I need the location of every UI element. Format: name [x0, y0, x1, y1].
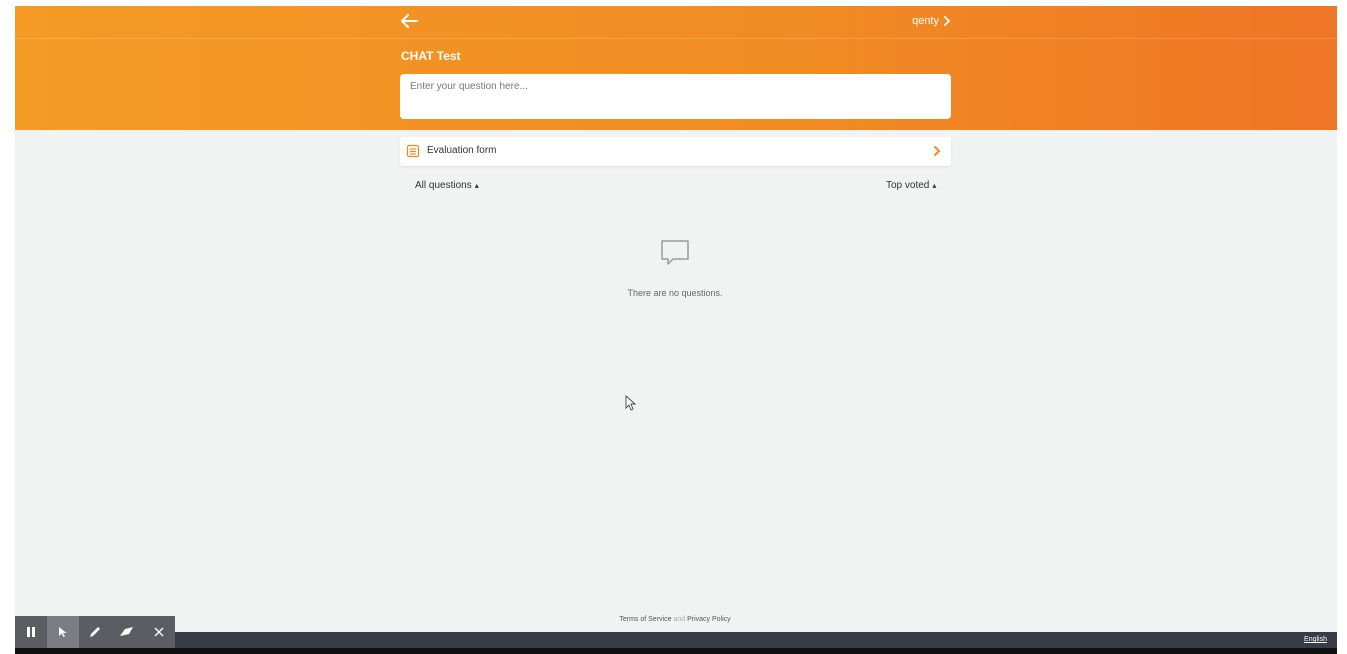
privacy-link[interactable]: Privacy Policy — [687, 616, 731, 623]
terms-link[interactable]: Terms of Service — [619, 616, 671, 623]
pen-icon — [90, 627, 100, 637]
annotation-toolbar — [15, 616, 175, 648]
user-menu-link[interactable]: qenty — [895, 12, 951, 30]
pause-button[interactable] — [15, 616, 47, 648]
page-header: qenty CHAT Test — [15, 6, 1337, 130]
header-divider — [15, 38, 1337, 39]
bottom-edge-strip — [15, 648, 1337, 654]
page-title: CHAT Test — [401, 49, 461, 63]
user-name: qenty — [912, 15, 939, 27]
close-toolbar-button[interactable] — [143, 616, 175, 648]
evaluation-form-label: Evaluation form — [427, 145, 497, 156]
form-list-icon — [406, 144, 420, 158]
evaluation-form-card[interactable]: Evaluation form — [400, 137, 951, 166]
language-link[interactable]: English — [1304, 636, 1327, 643]
bottom-bar: English — [15, 632, 1337, 648]
footer-and: and — [673, 616, 686, 623]
empty-state-text: There are no questions. — [627, 288, 723, 298]
pointer-tool-button[interactable] — [47, 616, 79, 648]
arrow-left-icon — [401, 14, 418, 28]
sort-icon: ▴︎ — [474, 181, 479, 190]
sort-order-dropdown[interactable]: Top voted ▴︎ — [886, 180, 936, 191]
pen-tool-button[interactable] — [79, 616, 111, 648]
eraser-icon — [120, 627, 133, 636]
eraser-tool-button[interactable] — [111, 616, 143, 648]
footer-links: Terms of Service and Privacy Policy — [575, 616, 775, 623]
back-button[interactable] — [399, 10, 421, 32]
chat-bubble-icon — [661, 240, 689, 265]
sort-icon: ▴︎ — [932, 181, 937, 190]
pause-icon — [27, 627, 35, 637]
mouse-cursor-icon — [625, 395, 637, 411]
question-filter-label: All questions — [415, 180, 472, 191]
pointer-icon — [59, 627, 67, 637]
question-input[interactable] — [400, 74, 951, 119]
chevron-right-icon — [934, 146, 941, 156]
app-viewport: qenty CHAT Test Evaluation form All ques… — [15, 6, 1337, 648]
close-icon — [154, 627, 164, 637]
question-filter-dropdown[interactable]: All questions ▴︎ — [415, 180, 479, 191]
sort-order-label: Top voted — [886, 180, 930, 191]
chevron-right-icon — [944, 16, 951, 26]
